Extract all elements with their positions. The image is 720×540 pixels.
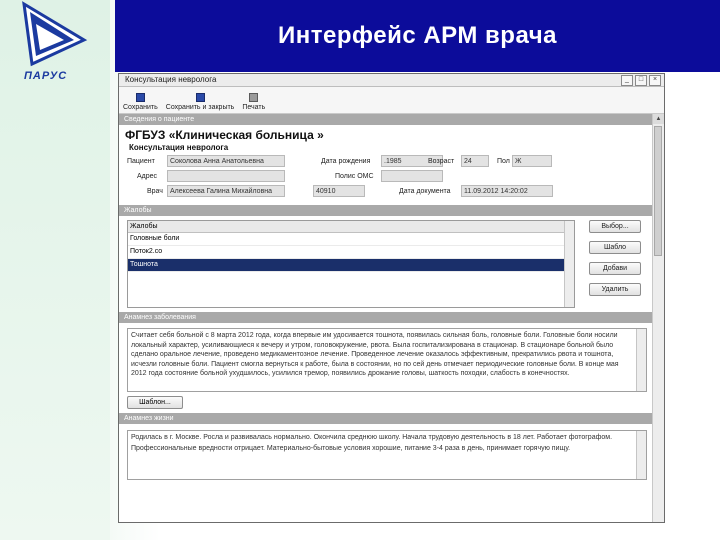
sex-label: Пол <box>497 158 510 165</box>
logo: ПАРУС <box>10 0 90 100</box>
floppy-disk-icon <box>195 93 205 102</box>
docdate-label: Дата документа <box>399 188 451 195</box>
scroll-thumb[interactable] <box>654 126 662 256</box>
anamnesis-template-button[interactable]: Шаблон... <box>127 396 183 409</box>
doctor-label: Врач <box>147 188 163 195</box>
patient-section-header: Сведения о пациенте <box>119 114 653 125</box>
dob-label: Дата рождения <box>321 158 371 165</box>
form-content: Сведения о пациенте ФГБУЗ «Клиническая б… <box>119 114 653 522</box>
logo-text: ПАРУС <box>24 70 68 82</box>
list-item[interactable]: Головные боли <box>128 233 574 246</box>
parus-sail-icon <box>22 1 88 67</box>
window-controls: _ □ × <box>621 75 661 86</box>
patient-field[interactable]: Соколова Анна Анатольевна <box>167 155 285 167</box>
save-close-label: Сохранить и закрыть <box>165 104 235 111</box>
anamnesis-scrollbar[interactable] <box>636 329 646 391</box>
slide-header: Интерфейс АРМ врача <box>115 0 720 72</box>
docdate-field[interactable]: 11.09.2012 14:20:02 <box>461 185 553 197</box>
address-label: Адрес <box>137 173 158 180</box>
age-label: Возраст <box>428 158 455 165</box>
life-scrollbar[interactable] <box>636 431 646 479</box>
sex-field[interactable]: Ж <box>512 155 552 167</box>
choose-button[interactable]: Выбор... <box>589 220 641 233</box>
patient-label: Пациент <box>127 158 155 165</box>
doctor-row: Врач Алексеева Галина Михайловна 40910 Д… <box>119 184 653 199</box>
life-textarea[interactable]: Родилась в г. Москве. Росла и развивалас… <box>127 430 647 480</box>
complaints-column-header: Жалобы <box>128 221 574 233</box>
toolbar: Сохранить Сохранить и закрыть Печать <box>119 87 664 114</box>
complaints-section-header: Жалобы <box>119 205 653 216</box>
life-text: Родилась в г. Москве. Росла и развивалас… <box>131 434 613 452</box>
minimize-button[interactable]: _ <box>621 75 633 86</box>
close-button[interactable]: × <box>649 75 661 86</box>
form-title: Консультация невролога <box>129 143 229 152</box>
patient-row: Пациент Соколова Анна Анатольевна Дата р… <box>119 154 653 169</box>
window-title: Консультация невролога <box>125 75 217 84</box>
oms-field[interactable] <box>381 170 443 182</box>
anamnesis-section-header: Анамнез заболевания <box>119 312 653 323</box>
save-button[interactable]: Сохранить <box>123 93 158 113</box>
scroll-up-arrow-icon[interactable]: ▲ <box>653 114 664 124</box>
maximize-button[interactable]: □ <box>635 75 647 86</box>
floppy-disk-icon <box>135 93 145 102</box>
list-item-selected[interactable]: Тошнота <box>128 259 574 272</box>
print-label: Печать <box>242 104 266 111</box>
slide-title: Интерфейс АРМ врача <box>278 22 557 49</box>
org-title: ФГБУЗ «Клиническая больница » <box>125 128 324 142</box>
window-titlebar: Консультация невролога _ □ × <box>119 74 664 87</box>
anamnesis-text: Считает себя больной с 8 марта 2012 года… <box>131 332 619 378</box>
print-button[interactable]: Печать <box>242 93 265 113</box>
save-label: Сохранить <box>123 104 158 111</box>
window-scrollbar[interactable]: ▲ <box>652 114 664 522</box>
complaints-scrollbar[interactable] <box>564 221 574 307</box>
template-button[interactable]: Шабло <box>589 241 641 254</box>
oms-label: Полис ОМС <box>335 173 374 180</box>
life-section-header: Анамнез жизни <box>119 413 653 424</box>
address-field[interactable] <box>167 170 285 182</box>
address-row: Адрес Полис ОМС <box>119 169 653 184</box>
complaints-list[interactable]: Жалобы Головные боли Поток2.со Тошнота <box>127 220 575 308</box>
save-close-button[interactable]: Сохранить и закрыть <box>165 93 235 113</box>
doctor-field[interactable]: Алексеева Галина Михайловна <box>167 185 285 197</box>
add-button[interactable]: Добави <box>589 262 641 275</box>
list-item[interactable]: Поток2.со <box>128 246 574 259</box>
printer-icon <box>249 93 259 102</box>
age-field[interactable]: 24 <box>461 155 489 167</box>
anamnesis-textarea[interactable]: Считает себя больной с 8 марта 2012 года… <box>127 328 647 392</box>
complaints-area: Жалобы Головные боли Поток2.со Тошнота В… <box>119 216 653 312</box>
delete-button[interactable]: Удалить <box>589 283 641 296</box>
doctor-code-field[interactable]: 40910 <box>313 185 365 197</box>
app-window: Консультация невролога _ □ × Сохранить С… <box>118 73 665 523</box>
